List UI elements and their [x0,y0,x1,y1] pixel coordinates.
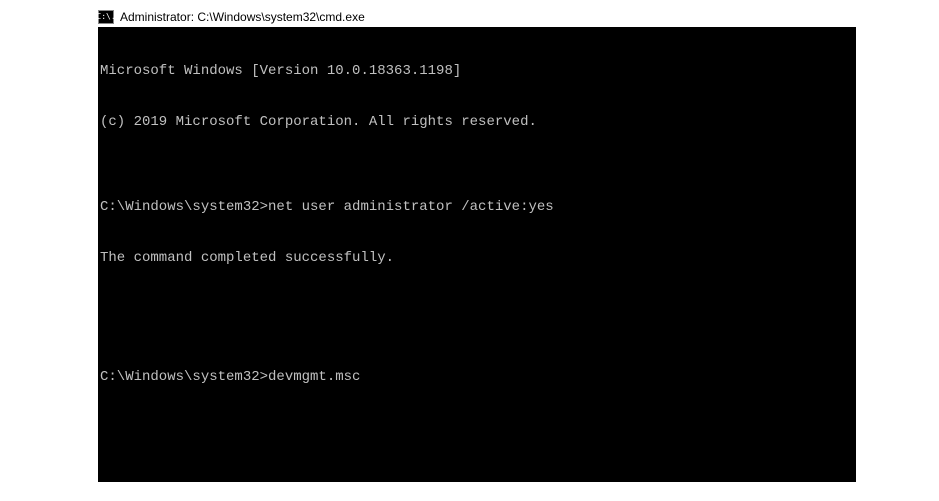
window-title: Administrator: C:\Windows\system32\cmd.e… [120,10,365,24]
terminal-line: Microsoft Windows [Version 10.0.18363.11… [100,63,854,80]
window-titlebar: C:\. Administrator: C:\Windows\system32\… [98,7,365,27]
terminal-line: C:\Windows\system32>devmgmt.msc [100,369,854,386]
cmd-icon: C:\. [98,10,114,24]
terminal-line: (c) 2019 Microsoft Corporation. All righ… [100,114,854,131]
terminal-line: C:\Windows\system32>net user administrat… [100,199,854,216]
terminal-output[interactable]: Microsoft Windows [Version 10.0.18363.11… [98,27,856,482]
terminal-line: The command completed successfully. [100,250,854,267]
